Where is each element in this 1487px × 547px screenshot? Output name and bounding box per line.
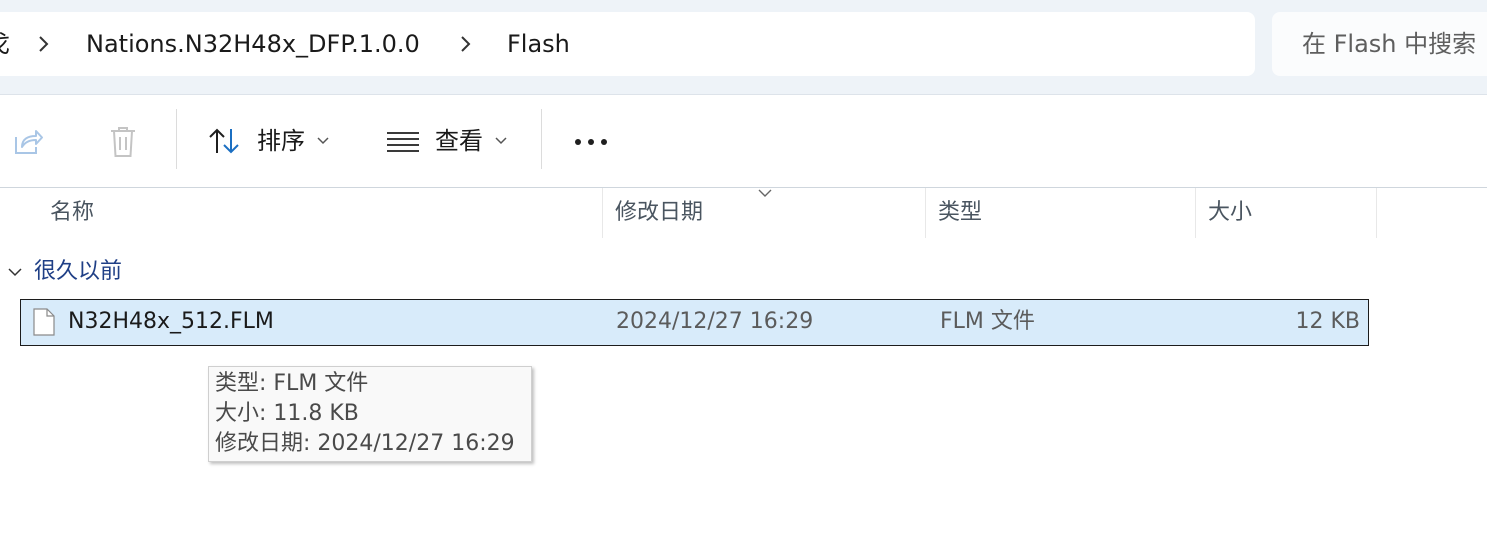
more-icon bbox=[575, 139, 607, 145]
file-info-tooltip: 类型: FLM 文件 大小: 11.8 KB 修改日期: 2024/12/27 … bbox=[208, 366, 532, 462]
sort-indicator-icon bbox=[758, 189, 772, 197]
chevron-down-icon bbox=[317, 137, 329, 145]
more-options-button[interactable] bbox=[560, 95, 622, 187]
column-header-row: 名称 修改日期 类型 大小 bbox=[0, 188, 1487, 238]
toolbar-divider bbox=[176, 109, 177, 169]
toolbar-divider bbox=[541, 109, 542, 169]
file-size: 12 KB bbox=[1295, 309, 1360, 334]
column-header-size[interactable]: 大小 bbox=[1196, 188, 1377, 238]
chevron-down-icon bbox=[495, 137, 507, 145]
sort-label: 排序 bbox=[257, 127, 305, 155]
column-header-modified[interactable]: 修改日期 bbox=[603, 188, 926, 238]
navigation-bar: 戈 Nations.N32H48x_DFP.1.0.0 Flash 在 Flas… bbox=[0, 0, 1487, 95]
share-icon bbox=[15, 130, 43, 154]
column-header-size-label: 大小 bbox=[1208, 200, 1253, 225]
list-view-icon bbox=[387, 132, 419, 152]
delete-button[interactable] bbox=[90, 95, 158, 187]
group-header[interactable]: 很久以前 bbox=[0, 256, 300, 290]
column-header-modified-label: 修改日期 bbox=[615, 200, 704, 225]
view-label: 查看 bbox=[435, 127, 483, 155]
tooltip-modified: 修改日期: 2024/12/27 16:29 bbox=[215, 431, 515, 456]
view-button[interactable]: 查看 bbox=[370, 95, 520, 187]
search-placeholder: 在 Flash 中搜索 bbox=[1302, 30, 1477, 58]
trash-icon bbox=[111, 127, 135, 157]
column-header-type-label: 类型 bbox=[938, 200, 983, 225]
breadcrumb-item-parent[interactable]: 戈 bbox=[0, 30, 10, 58]
file-modified: 2024/12/27 16:29 bbox=[616, 309, 814, 334]
file-name[interactable]: N32H48x_512.FLM bbox=[68, 309, 274, 335]
column-header-type[interactable]: 类型 bbox=[926, 188, 1196, 238]
share-button[interactable] bbox=[0, 95, 58, 187]
breadcrumb-item-package[interactable]: Nations.N32H48x_DFP.1.0.0 bbox=[86, 30, 420, 58]
file-type: FLM 文件 bbox=[940, 309, 1035, 334]
chevron-down-icon[interactable] bbox=[8, 268, 22, 277]
chevron-right-icon[interactable] bbox=[455, 34, 475, 54]
tooltip-size: 大小: 11.8 KB bbox=[215, 401, 359, 426]
command-bar: 排序 查看 bbox=[0, 95, 1487, 188]
column-header-name-label: 名称 bbox=[50, 200, 95, 225]
sort-arrows-icon bbox=[209, 128, 239, 154]
group-label: 很久以前 bbox=[34, 259, 123, 284]
sort-button[interactable]: 排序 bbox=[195, 95, 345, 187]
search-box[interactable]: 在 Flash 中搜索 bbox=[1272, 12, 1487, 76]
file-row[interactable]: N32H48x_512.FLM 2024/12/27 16:29 FLM 文件 … bbox=[20, 299, 1369, 346]
file-icon bbox=[33, 308, 55, 336]
breadcrumb-item-flash[interactable]: Flash bbox=[507, 30, 570, 58]
column-header-name[interactable]: 名称 bbox=[38, 188, 603, 238]
tooltip-type: 类型: FLM 文件 bbox=[215, 371, 369, 396]
address-bar[interactable]: 戈 Nations.N32H48x_DFP.1.0.0 Flash bbox=[0, 12, 1255, 76]
chevron-right-icon[interactable] bbox=[33, 34, 53, 54]
